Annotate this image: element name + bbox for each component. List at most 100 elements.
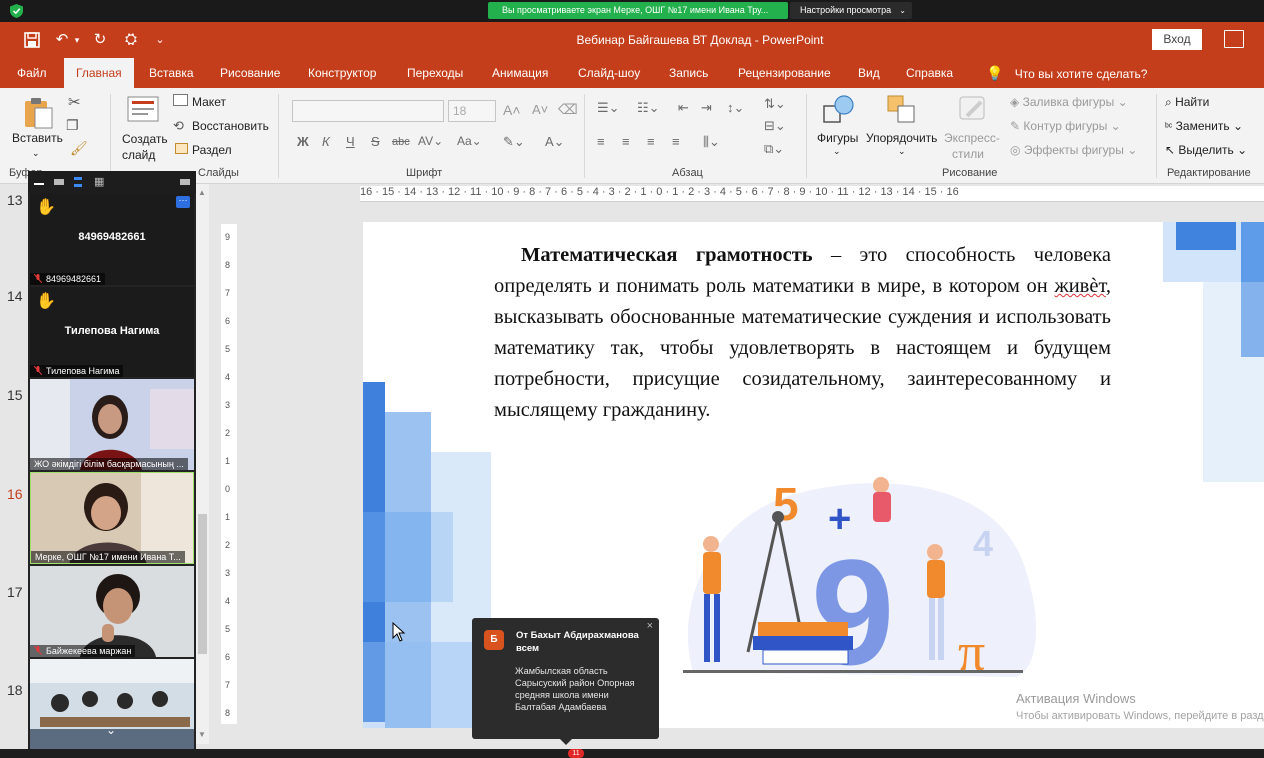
tab-slideshow[interactable]: Слайд-шоу (578, 58, 640, 88)
find-button[interactable]: ⌕ Найти (1165, 95, 1209, 110)
copy-icon[interactable]: ❐ (66, 117, 79, 134)
quick-styles-icon[interactable] (957, 94, 989, 124)
decrease-indent-icon[interactable]: ⇤ (678, 100, 689, 116)
scroll-down-icon[interactable]: ▼ (198, 730, 206, 739)
zoom-participants-panel[interactable]: ▦ ✋ ··· 84969482661 84969482661 ✋ Тилепо… (28, 171, 196, 749)
scrollbar-thumb[interactable] (198, 514, 207, 654)
reset-icon[interactable]: ⟲ (173, 118, 184, 134)
undo-dropdown-icon[interactable]: ▾ (73, 30, 81, 50)
scroll-up-icon[interactable]: ▲ (198, 188, 206, 197)
present-from-start-icon[interactable]: ⛭ (120, 30, 142, 50)
arrange-icon[interactable] (886, 94, 918, 124)
tab-design[interactable]: Конструктор (308, 58, 376, 88)
strikethrough-icon[interactable]: S (371, 134, 380, 149)
tab-animations[interactable]: Анимация (492, 58, 548, 88)
arrange-dropdown-icon[interactable]: ⌄ (898, 146, 906, 157)
char-spacing-icon[interactable]: AV⌄ (418, 134, 443, 148)
save-icon[interactable] (24, 30, 40, 50)
bullets-icon[interactable]: ☰⌄ (597, 100, 620, 116)
numbering-icon[interactable]: ☷⌄ (637, 100, 660, 116)
font-color-icon[interactable]: A⌄ (545, 134, 565, 150)
tab-review[interactable]: Рецензирование (738, 58, 831, 88)
slide-body-text[interactable]: Математическая грамотность – это способн… (494, 240, 1111, 426)
font-size-field[interactable]: 18 (448, 100, 496, 122)
thumbnails-scrollbar[interactable]: ▲ ▼ (195, 184, 209, 744)
shape-outline-button[interactable]: ✎ Контур фигуры ⌄ (1010, 119, 1121, 133)
justify-icon[interactable]: ≡ (672, 134, 680, 149)
tab-view[interactable]: Вид (858, 58, 880, 88)
single-view-icon[interactable] (54, 179, 64, 185)
tab-transitions[interactable]: Переходы (407, 58, 463, 88)
participant-tile[interactable]: ✋ Тилепова Нагима Тилепова Нагима (30, 287, 194, 377)
exit-view-icon[interactable] (180, 179, 190, 185)
highlight-icon[interactable]: ✎⌄ (503, 134, 525, 150)
shapes-label[interactable]: Фигуры (817, 131, 858, 145)
scroll-more-icon[interactable]: ⌄ (106, 723, 116, 737)
reset-button[interactable]: Восстановить (192, 119, 269, 133)
undo-icon[interactable]: ↶ (52, 30, 72, 50)
section-icon[interactable] (175, 143, 188, 154)
replace-button[interactable]: ᵇᶜ Заменить ⌄ (1165, 119, 1243, 133)
new-slide-label-2[interactable]: слайд (122, 148, 155, 162)
shape-fill-button[interactable]: ◈ Заливка фигуры ⌄ (1010, 95, 1128, 109)
more-options-icon[interactable]: ··· (176, 196, 190, 208)
shrink-font-icon[interactable]: A˅ (532, 102, 548, 117)
align-center-icon[interactable]: ≡ (622, 134, 630, 149)
grid-view-icon[interactable]: ▦ (94, 176, 104, 188)
tell-me-search[interactable]: 💡 Что вы хотите сделать? (986, 58, 1147, 88)
font-name-field[interactable] (292, 100, 444, 122)
tab-insert[interactable]: Вставка (149, 58, 194, 88)
redo-icon[interactable]: ↻ (90, 30, 110, 50)
increase-indent-icon[interactable]: ⇥ (701, 100, 712, 116)
tab-record[interactable]: Запись (669, 58, 708, 88)
bold-icon[interactable]: Ж (297, 134, 309, 149)
line-spacing-icon[interactable]: ↕⌄ (727, 100, 744, 116)
participant-tile[interactable]: ✋ ··· 84969482661 84969482661 (30, 193, 194, 285)
close-icon[interactable]: × (647, 620, 653, 632)
arrange-label[interactable]: Упорядочить (866, 131, 937, 145)
new-slide-label-1[interactable]: Создать (122, 132, 168, 146)
shapes-icon[interactable] (822, 94, 856, 124)
tab-draw[interactable]: Рисование (220, 58, 280, 88)
participant-video-tile[interactable]: ЖО әкімдігі білім басқармасының ... (30, 379, 194, 470)
customize-toolbar-icon[interactable]: ⌄ (153, 30, 167, 50)
chat-notification[interactable]: Б От Бахыт Абдирахманова всем Жамбылская… (472, 618, 659, 745)
quick-styles-label-1[interactable]: Экспресс- (944, 131, 1000, 145)
tab-home[interactable]: Главная (64, 58, 134, 88)
tab-file[interactable]: Файл (17, 58, 47, 88)
new-slide-icon[interactable] (127, 96, 159, 124)
tab-help[interactable]: Справка (906, 58, 953, 88)
align-text-icon[interactable]: ⊟⌄ (764, 118, 786, 134)
layout-button[interactable]: Макет (192, 95, 226, 109)
view-options-button[interactable]: Настройки просмотра ⌄ (790, 2, 912, 19)
change-case-icon[interactable]: Aa⌄ (457, 134, 482, 148)
shape-effects-button[interactable]: ◎ Эффекты фигуры ⌄ (1010, 143, 1137, 157)
signin-button[interactable]: Вход (1152, 29, 1202, 50)
format-painter-icon[interactable]: 🖌 (70, 140, 88, 157)
participant-video-tile-active[interactable]: Мерке, ОШГ №17 имени Ивана Т... (30, 472, 194, 564)
ribbon-display-icon[interactable] (1224, 30, 1244, 48)
text-direction-icon[interactable]: ⇅⌄ (764, 96, 786, 112)
shadow-icon[interactable]: abc (392, 136, 410, 148)
clear-formatting-icon[interactable]: ⌫ (558, 101, 578, 118)
smartart-icon[interactable]: ⧉⌄ (764, 141, 784, 157)
paste-dropdown-icon[interactable]: ⌄ (32, 148, 40, 159)
align-right-icon[interactable]: ≡ (647, 134, 655, 149)
shapes-dropdown-icon[interactable]: ⌄ (833, 146, 841, 157)
paste-label[interactable]: Вставить (12, 131, 63, 145)
layout-icon[interactable] (173, 94, 188, 106)
quick-styles-label-2[interactable]: стили (952, 147, 984, 161)
strip-view-icon[interactable] (74, 177, 82, 187)
columns-icon[interactable]: ⫼⌄ (703, 134, 720, 150)
italic-icon[interactable]: К (322, 134, 330, 149)
grow-font-icon[interactable]: A˄ (503, 102, 521, 118)
paste-icon[interactable] (22, 96, 54, 130)
align-left-icon[interactable]: ≡ (597, 134, 605, 149)
underline-icon[interactable]: Ч (346, 134, 355, 149)
participant-video-tile[interactable]: Байжекеева маржан (30, 566, 194, 657)
cut-icon[interactable]: ✂ (68, 93, 81, 111)
select-button[interactable]: ↖ Выделить ⌄ (1165, 143, 1247, 157)
participant-video-tile[interactable]: ⌄ (30, 659, 194, 749)
minimize-icon[interactable] (34, 183, 44, 185)
section-button[interactable]: Раздел (192, 143, 232, 157)
